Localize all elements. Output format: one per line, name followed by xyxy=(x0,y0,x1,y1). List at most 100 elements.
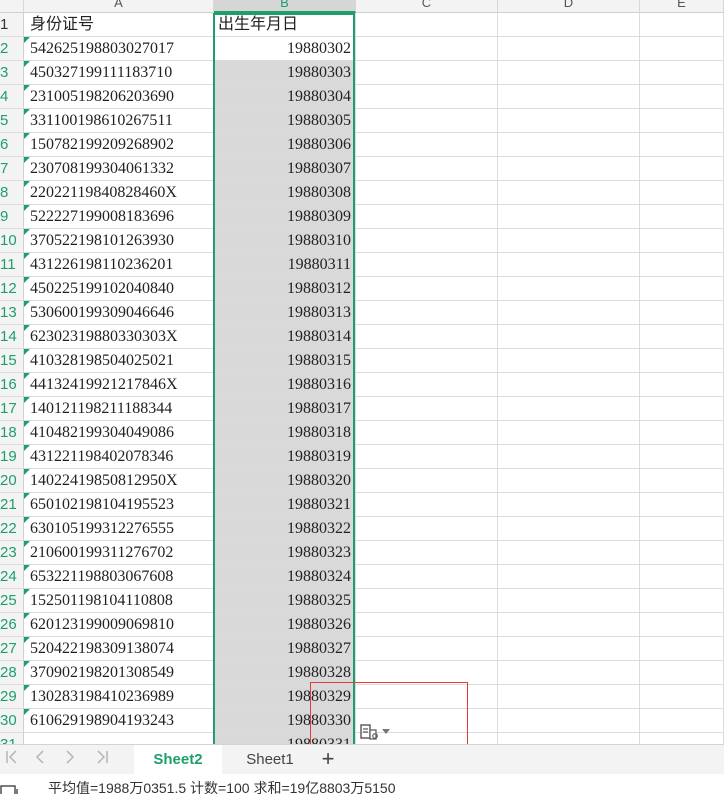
empty-cell[interactable] xyxy=(498,109,640,133)
empty-cell[interactable] xyxy=(640,85,724,109)
cell-id-number[interactable]: 450225199102040840 xyxy=(24,277,214,301)
cell-b1[interactable]: 出生年月日 xyxy=(214,13,356,37)
cell-birth-date[interactable]: 19880311 xyxy=(214,253,356,277)
row-number[interactable]: 8 xyxy=(0,181,24,205)
empty-cell[interactable] xyxy=(640,253,724,277)
row-number[interactable]: 19 xyxy=(0,445,24,469)
cell-id-number[interactable]: 230708199304061332 xyxy=(24,157,214,181)
empty-cell[interactable] xyxy=(640,349,724,373)
empty-cell[interactable] xyxy=(356,565,498,589)
cell-id-number[interactable]: 650102198104195523 xyxy=(24,493,214,517)
empty-cell[interactable] xyxy=(356,133,498,157)
empty-cell[interactable] xyxy=(356,397,498,421)
empty-cell[interactable] xyxy=(498,373,640,397)
empty-cell[interactable] xyxy=(640,685,724,709)
empty-cell[interactable] xyxy=(356,613,498,637)
empty-cell[interactable] xyxy=(356,37,498,61)
empty-cell[interactable] xyxy=(640,133,724,157)
empty-cell[interactable] xyxy=(356,349,498,373)
row-number[interactable]: 9 xyxy=(0,205,24,229)
empty-cell[interactable] xyxy=(356,277,498,301)
cell-id-number[interactable]: 630105199312276555 xyxy=(24,517,214,541)
empty-cell[interactable] xyxy=(640,61,724,85)
cell-id-number[interactable]: 130283198410236989 xyxy=(24,685,214,709)
cell-birth-date[interactable]: 19880310 xyxy=(214,229,356,253)
cell-id-number[interactable]: 14022419850812950X xyxy=(24,469,214,493)
row-number[interactable]: 5 xyxy=(0,109,24,133)
empty-cell[interactable] xyxy=(498,445,640,469)
row-number[interactable]: 1 xyxy=(0,13,24,37)
empty-cell[interactable] xyxy=(640,421,724,445)
empty-cell[interactable] xyxy=(640,541,724,565)
empty-cell[interactable] xyxy=(356,61,498,85)
cell-birth-date[interactable]: 19880314 xyxy=(214,325,356,349)
col-header-a[interactable]: A xyxy=(24,0,214,13)
cell-id-number[interactable]: 370902198201308549 xyxy=(24,661,214,685)
empty-cell[interactable] xyxy=(640,373,724,397)
cell-birth-date[interactable]: 19880321 xyxy=(214,493,356,517)
cell-birth-date[interactable]: 19880330 xyxy=(214,709,356,733)
row-number[interactable]: 17 xyxy=(0,397,24,421)
empty-cell[interactable] xyxy=(640,589,724,613)
row-number[interactable]: 12 xyxy=(0,277,24,301)
cell-birth-date[interactable]: 19880318 xyxy=(214,421,356,445)
empty-cell[interactable] xyxy=(640,109,724,133)
tab-sheet2[interactable]: Sheet2 xyxy=(134,745,222,775)
empty-cell[interactable] xyxy=(356,109,498,133)
cell-id-number[interactable]: 410328198504025021 xyxy=(24,349,214,373)
cell-id-number[interactable]: 431226198110236201 xyxy=(24,253,214,277)
row-number[interactable]: 18 xyxy=(0,421,24,445)
empty-cell[interactable] xyxy=(640,661,724,685)
empty-cell[interactable] xyxy=(498,565,640,589)
empty-cell[interactable] xyxy=(356,493,498,517)
row-number[interactable]: 3 xyxy=(0,61,24,85)
first-sheet-icon[interactable] xyxy=(2,749,22,771)
empty-cell[interactable] xyxy=(498,229,640,253)
empty-cell[interactable] xyxy=(640,397,724,421)
cell-birth-date[interactable]: 19880303 xyxy=(214,61,356,85)
cell-a1[interactable]: 身份证号 xyxy=(24,13,214,37)
empty-cell[interactable] xyxy=(640,637,724,661)
cell-id-number[interactable]: 520422198309138074 xyxy=(24,637,214,661)
row-number[interactable]: 10 xyxy=(0,229,24,253)
empty-cell[interactable] xyxy=(640,37,724,61)
empty-cell[interactable] xyxy=(640,517,724,541)
row-number[interactable]: 26 xyxy=(0,613,24,637)
cell-id-number[interactable]: 530600199309046646 xyxy=(24,301,214,325)
empty-cell[interactable] xyxy=(640,229,724,253)
empty-cell[interactable] xyxy=(640,565,724,589)
empty-cell[interactable] xyxy=(640,469,724,493)
cell-id-number[interactable]: 62302319880330303X xyxy=(24,325,214,349)
cell-id-number[interactable]: 431221198402078346 xyxy=(24,445,214,469)
empty-cell[interactable] xyxy=(640,613,724,637)
empty-cell[interactable] xyxy=(356,661,498,685)
tab-sheet1[interactable]: Sheet1 xyxy=(226,745,314,775)
empty-cell[interactable] xyxy=(356,589,498,613)
col-header-d[interactable]: D xyxy=(498,0,640,13)
cell-id-number[interactable]: 542625198803027017 xyxy=(24,37,214,61)
cell-id-number[interactable]: 610629198904193243 xyxy=(24,709,214,733)
empty-cell[interactable] xyxy=(640,205,724,229)
row-number[interactable]: 13 xyxy=(0,301,24,325)
paste-options-button[interactable] xyxy=(360,719,394,745)
empty-cell[interactable] xyxy=(356,445,498,469)
cell-id-number[interactable]: 150782199209268902 xyxy=(24,133,214,157)
row-number[interactable]: 2 xyxy=(0,37,24,61)
empty-cell[interactable] xyxy=(356,685,498,709)
empty-cell[interactable] xyxy=(356,229,498,253)
empty-cell[interactable] xyxy=(498,613,640,637)
row-number[interactable]: 27 xyxy=(0,637,24,661)
row-number[interactable]: 30 xyxy=(0,709,24,733)
cell-id-number[interactable]: 522227199008183696 xyxy=(24,205,214,229)
cell-birth-date[interactable]: 19880308 xyxy=(214,181,356,205)
empty-cell[interactable] xyxy=(498,421,640,445)
empty-cell[interactable] xyxy=(498,301,640,325)
empty-cell[interactable] xyxy=(498,37,640,61)
empty-cell[interactable] xyxy=(356,205,498,229)
empty-cell[interactable] xyxy=(498,349,640,373)
cell-birth-date[interactable]: 19880327 xyxy=(214,637,356,661)
empty-cell[interactable] xyxy=(498,253,640,277)
cell-birth-date[interactable]: 19880312 xyxy=(214,277,356,301)
cell-id-number[interactable]: 410482199304049086 xyxy=(24,421,214,445)
empty-cell[interactable] xyxy=(640,325,724,349)
